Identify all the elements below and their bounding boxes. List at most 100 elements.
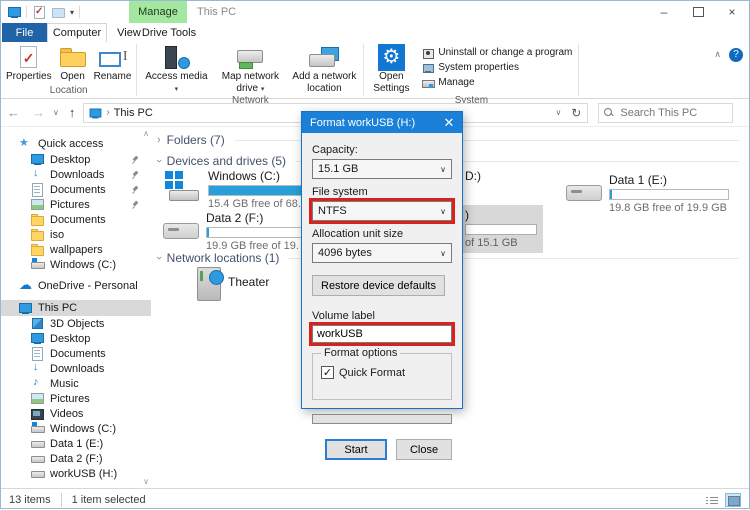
ribbon-item-label: Manage [438,77,475,88]
address-dropdown-icon[interactable]: ∨ [553,108,563,117]
sidebar-item[interactable]: Desktop [1,331,151,346]
sidebar-item[interactable]: Pictures [1,197,151,212]
item-label: Downloads [50,362,105,375]
sidebar-item[interactable]: Windows (C:) [1,421,151,436]
ribbon: Properties Open Rename Location [1,42,749,106]
manage-contextual-tab[interactable]: Manage [129,1,187,23]
quick-format-option[interactable]: ✓ Quick Format [321,366,443,379]
sidebar-item[interactable]: Documents [1,182,151,197]
sidebar-item[interactable]: Pictures [1,391,151,406]
ribbon-button[interactable]: Open [55,43,91,84]
sidebar-item-this-pc[interactable]: This PC [1,300,151,316]
sidebar-item[interactable]: wallpapers [1,242,151,257]
ribbon-menu-item[interactable]: System properties [422,61,572,74]
capacity-select[interactable]: 15.1 GB ∨ [312,159,452,179]
sidebar-item[interactable]: Documents [1,212,151,227]
drive-tile-windows-c[interactable]: Windows (C:) 15.4 GB free of 68. [163,169,301,210]
forward-button[interactable]: → [26,105,51,120]
minimize-button[interactable]: – [647,1,681,23]
back-button[interactable]: ← [1,105,26,120]
item-label: Documents [50,183,106,196]
scroll-down-icon[interactable]: ∨ [143,477,149,486]
item-icon [31,467,45,480]
sidebar-item[interactable]: iso [1,227,151,242]
sidebar-item-quick-access[interactable]: Quick access [1,136,151,152]
sidebar-item[interactable]: Data 1 (E:) [1,436,151,451]
chevron-down-icon[interactable]: › [153,256,165,260]
format-progress-bar [312,414,452,424]
computer-icon [7,5,21,19]
details-view-icon[interactable] [703,493,719,507]
ribbon-button[interactable]: Rename [91,43,135,84]
up-button[interactable]: ↑ [61,105,84,120]
ribbon-button[interactable]: Add a network location [287,43,361,95]
sidebar-item[interactable]: Desktop [1,152,151,167]
sidebar-item[interactable]: Documents [1,346,151,361]
drive-tile-data1-e[interactable]: Data 1 (E:) 19.8 GB free of 19.9 GB [566,173,739,214]
open-settings-button[interactable]: Open Settings [366,43,416,95]
scroll-up-icon[interactable]: ∧ [143,129,149,138]
tab-drive-tools[interactable]: Drive Tools [141,23,197,42]
properties-icon[interactable] [32,5,46,19]
ribbon-button-icon [161,44,191,71]
item-icon [31,317,44,330]
chevron-right-icon[interactable]: › [157,134,161,146]
close-button[interactable]: Close [396,439,452,460]
windows-drive-icon [163,169,201,210]
drive-tile-workusb-selected[interactable]: ) of 15.1 GB [459,205,543,253]
refresh-icon[interactable]: ↻ [571,106,581,120]
divider [578,44,580,96]
breadcrumb-item[interactable]: This PC [114,107,153,119]
large-icons-view-icon[interactable] [725,492,741,507]
filesystem-value: NTFS [318,205,347,217]
sidebar-item[interactable]: Downloads [1,361,151,376]
recent-locations-dropdown-icon[interactable]: ∨ [51,108,61,117]
drive-detail-fragment: of 15.1 GB [465,237,518,249]
sidebar-item[interactable]: Music [1,376,151,391]
ribbon-group-system: Open Settings Uninstall or change a prog… [364,42,578,106]
customize-toolbar-dropdown-icon[interactable]: ▾ [70,8,74,17]
selection-count: 1 item selected [71,493,146,506]
search-box[interactable] [598,102,734,123]
close-button[interactable]: × [715,1,749,23]
item-icon [31,392,44,405]
sidebar-item[interactable]: workUSB (H:) [1,466,151,481]
sidebar-item[interactable]: Videos [1,406,151,421]
maximize-button[interactable] [681,1,715,23]
ribbon-menu-item[interactable]: Manage [422,76,572,89]
tab-file[interactable]: File [2,23,47,42]
drive-name-fragment: ) [465,208,469,222]
item-icon [31,228,44,241]
new-folder-icon[interactable] [51,5,65,19]
sidebar-item[interactable]: 3D Objects [1,316,151,331]
drive-name: Windows (C:) [208,169,281,183]
sidebar-item-onedrive[interactable]: OneDrive - Personal [1,277,151,294]
ribbon-button[interactable]: Properties [3,43,55,84]
item-label: Documents [50,347,106,360]
search-input[interactable] [618,105,728,120]
restore-defaults-button[interactable]: Restore device defaults [312,275,445,296]
filesystem-select[interactable]: NTFS ∨ [312,201,452,221]
ribbon-button[interactable]: Access media ▾ [139,43,213,95]
start-button[interactable]: Start [325,439,387,460]
item-icon [31,332,44,345]
ribbon-item-icon [422,62,435,74]
ribbon-button-label: Map network drive ▾ [221,71,280,94]
drive-tile-data2-f[interactable]: Data 2 (F:) 19.9 GB free of 19. [163,211,301,252]
ribbon-button-label: Open Settings [373,71,410,94]
tab-computer[interactable]: Computer [47,23,107,42]
item-label: Desktop [50,153,91,166]
item-label: Windows (C:) [50,258,117,271]
network-location-tile-theater[interactable]: Theater [197,267,269,301]
sidebar-item[interactable]: Windows (C:) [1,257,151,272]
allocation-unit-select[interactable]: 4096 bytes ∨ [312,243,452,263]
sidebar-item[interactable]: Downloads [1,167,151,182]
sidebar-item[interactable]: Data 2 (F:) [1,451,151,466]
ribbon-menu-item[interactable]: Uninstall or change a program [422,46,572,59]
drive-name-fragment-d[interactable]: D:) [465,169,481,183]
dialog-close-icon[interactable]: ✕ [436,115,462,131]
checkbox-checked-icon[interactable]: ✓ [321,366,334,379]
chevron-down-icon[interactable]: › [153,159,165,163]
ribbon-button[interactable]: Map network drive ▾ [213,43,287,95]
volume-label-input[interactable] [312,325,452,343]
